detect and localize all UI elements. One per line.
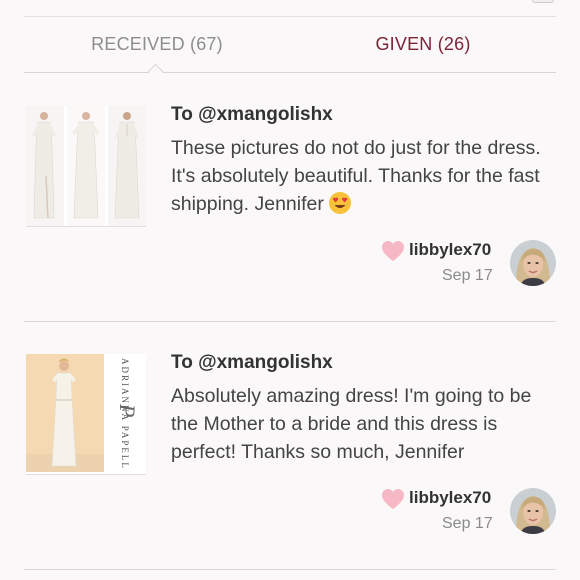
review-divider xyxy=(24,321,556,322)
like-heart-icon[interactable] xyxy=(381,240,405,262)
review-divider xyxy=(24,569,556,570)
review-message: Absolutely amazing dress! I'm going to b… xyxy=(171,385,532,463)
review-recipient[interactable]: To @xmangolishx xyxy=(171,352,333,374)
avatar[interactable] xyxy=(510,488,556,534)
heart-eyes-emoji-icon xyxy=(328,192,351,214)
review-tabs: RECEIVED (67) GIVEN (26) xyxy=(24,22,556,72)
review-date: Sep 17 xyxy=(442,267,493,284)
brand-monogram: P xyxy=(115,404,140,418)
listing-thumbnail[interactable] xyxy=(26,106,146,227)
corner-control xyxy=(532,0,554,3)
review-recipient[interactable]: To @xmangolishx xyxy=(171,104,333,126)
brand-logo: ADRIANNA PAPELL P xyxy=(104,354,146,472)
avatar[interactable] xyxy=(510,240,556,286)
review-text: These pictures do not do just for the dr… xyxy=(171,137,541,215)
dress-photos-image xyxy=(26,106,146,226)
tabs-underline xyxy=(24,72,556,73)
review-date: Sep 17 xyxy=(442,515,493,532)
top-divider xyxy=(24,16,556,17)
reviewer-username[interactable]: libbylex70 xyxy=(409,240,491,260)
review-item: ADRIANNA PAPELL P To @xmangolishx Absolu… xyxy=(24,338,556,568)
avatar-image xyxy=(510,240,556,286)
reviewer-username[interactable]: libbylex70 xyxy=(409,488,491,508)
listing-thumbnail[interactable]: ADRIANNA PAPELL P xyxy=(26,354,146,475)
tab-given[interactable]: GIVEN (26) xyxy=(290,22,556,72)
avatar-image xyxy=(510,488,556,534)
review-item: To @xmangolishx These pictures do not do… xyxy=(24,90,556,320)
like-heart-icon[interactable] xyxy=(381,488,405,510)
review-message: These pictures do not do just for the dr… xyxy=(171,134,541,218)
